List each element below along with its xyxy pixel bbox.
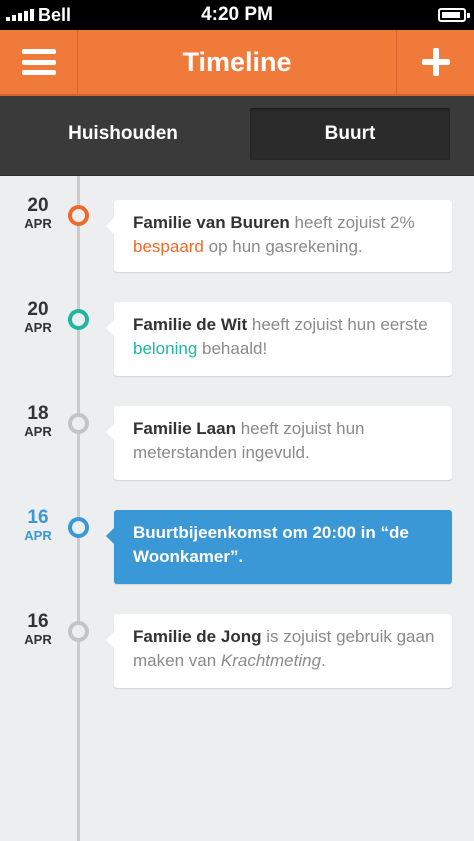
emphasis-text: Krachtmeting [220,651,322,670]
activity-text: op hun gasrekening. [203,237,363,256]
status-time: 4:20 PM [201,4,273,25]
activity-card[interactable]: Familie de Wit heeft zojuist hun eerste … [106,302,452,376]
activity-card[interactable]: Familie de Jong is zojuist gebruik gaan … [106,614,452,688]
hamburger-icon [21,49,56,75]
date-month: APR [24,424,52,439]
activity-text: behaald! [197,339,268,358]
event-card[interactable]: Buurtbijeenkomst om 20:00 in “de Woonkam… [106,510,452,584]
plus-icon [421,48,450,76]
activity-card[interactable]: Familie van Buuren heeft zojuist 2% besp… [106,200,452,272]
activity-card[interactable]: Familie Laan heeft zojuist hun meterstan… [106,406,452,480]
date-month: APR [24,320,52,335]
date-month: APR [24,528,52,543]
date-month: APR [24,216,52,231]
timeline-dot [68,205,89,226]
family-name: Familie de Wit [133,315,248,334]
timeline: 20 APR Familie van Buuren heeft zojuist … [0,176,474,841]
family-name: Familie van Buuren [133,213,290,232]
status-bar: Bell 4:20 PM [0,0,474,30]
activity-text: . [321,651,326,670]
timeline-dot [68,413,89,434]
entry-date: 18 APR [10,404,66,440]
segmented-tabs: Huishouden Buurt [0,96,474,176]
highlight-word: bespaard [133,237,204,256]
app-header: Timeline [0,30,474,96]
date-day: 18 [27,403,49,424]
tab-buurt[interactable]: Buurt [250,108,450,160]
family-name: Familie Laan [133,419,236,438]
entry-date: 20 APR [10,300,66,336]
date-month: APR [24,632,52,647]
timeline-dot [68,309,89,330]
timeline-dot [68,517,89,538]
page-title: Timeline [182,47,292,77]
battery-icon [438,8,470,22]
activity-text: heeft zojuist hun eerste [247,315,428,334]
entry-date: 20 APR [10,196,66,232]
date-day: 20 [27,299,49,320]
date-day: 20 [27,195,49,216]
timeline-line [77,176,80,841]
date-day: 16 [27,507,49,528]
family-name: Familie de Jong [133,627,262,646]
entry-date: 16 APR [10,612,66,648]
tab-huishouden[interactable]: Huishouden [10,108,236,160]
entry-date: 16 APR [10,508,66,544]
highlight-word: beloning [133,339,198,358]
date-day: 16 [27,611,49,632]
activity-text: heeft zojuist 2% [289,213,415,232]
add-button[interactable] [396,30,474,94]
event-text: Buurtbijeenkomst om 20:00 in “de Woonkam… [133,523,409,566]
timeline-dot [68,621,89,642]
menu-button[interactable] [0,30,78,94]
